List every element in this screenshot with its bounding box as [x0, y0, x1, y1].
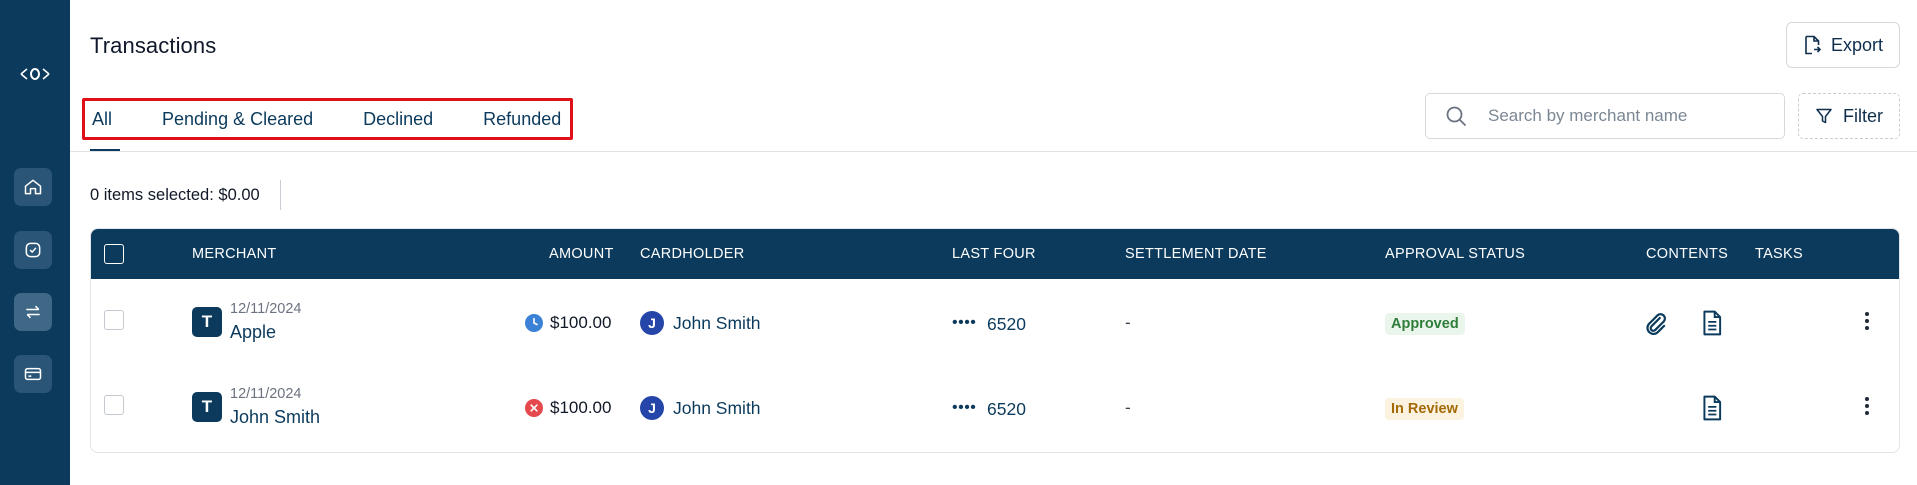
page-title: Transactions	[90, 33, 217, 58]
column-header-cardholder[interactable]: CARDHOLDER	[640, 246, 745, 262]
export-label: Export	[1830, 34, 1884, 55]
sidebar-item-cards[interactable]	[14, 355, 52, 393]
row-actions-kebab-icon[interactable]	[1859, 309, 1875, 333]
selection-divider	[280, 180, 281, 210]
transaction-date: 12/11/2024	[230, 301, 302, 317]
tab-refunded[interactable]: Refunded	[473, 109, 571, 130]
transfer-arrows-icon	[26, 305, 40, 319]
amount: $100.00	[550, 398, 612, 417]
table-header: MERCHANT AMOUNT CARDHOLDER LAST FOUR SET…	[91, 229, 1899, 279]
check-circle-icon	[25, 242, 41, 258]
last-four: 6520	[987, 314, 1026, 334]
last-four: 6520	[987, 399, 1026, 419]
column-header-merchant[interactable]: MERCHANT	[192, 246, 277, 262]
column-header-amount[interactable]: AMOUNT	[549, 246, 614, 262]
cardholder-name[interactable]: John Smith	[673, 398, 761, 419]
cardholder-avatar: J	[640, 396, 664, 420]
merchant-avatar: T	[192, 392, 222, 422]
status-badge: Approved	[1385, 313, 1465, 335]
tab-all[interactable]: All	[82, 109, 122, 130]
amount: $100.00	[550, 313, 612, 332]
declined-x-icon	[525, 399, 543, 417]
search-icon	[1446, 106, 1466, 126]
settlement-date: -	[1125, 398, 1131, 417]
sidebar	[0, 0, 70, 485]
row-checkbox[interactable]	[104, 395, 124, 415]
sidebar-item-tasks[interactable]	[14, 231, 52, 269]
cardholder-avatar: J	[640, 311, 664, 335]
funnel-icon	[1816, 108, 1832, 124]
home-icon	[24, 179, 42, 195]
search-input[interactable]	[1488, 106, 1768, 126]
main-content: Transactions Export All Pending & Cleare…	[70, 0, 1917, 485]
status-badge: In Review	[1385, 398, 1464, 420]
document-icon[interactable]	[1698, 309, 1726, 337]
merchant-name[interactable]: Apple	[230, 322, 276, 343]
cardholder-name[interactable]: John Smith	[673, 313, 761, 334]
row-actions-kebab-icon[interactable]	[1859, 394, 1875, 418]
credit-card-icon	[24, 367, 42, 381]
table-row[interactable]: T 12/11/2024 Apple $100.00 J John Smith …	[91, 279, 1899, 363]
transaction-date: 12/11/2024	[230, 386, 302, 402]
export-file-icon	[1805, 35, 1821, 55]
masked-digits: ••••	[952, 314, 977, 331]
select-all-checkbox[interactable]	[104, 244, 124, 264]
settlement-date: -	[1125, 313, 1131, 332]
column-header-tasks: TASKS	[1755, 246, 1803, 262]
export-button[interactable]: Export	[1786, 22, 1900, 68]
tabs-divider	[70, 151, 1917, 152]
transactions-table: MERCHANT AMOUNT CARDHOLDER LAST FOUR SET…	[90, 228, 1900, 453]
selection-summary: 0 items selected: $0.00	[90, 186, 260, 204]
sidebar-item-home[interactable]	[14, 168, 52, 206]
column-header-settlement-date[interactable]: SETTLEMENT DATE	[1125, 246, 1267, 262]
eye-logo-icon[interactable]	[18, 64, 52, 84]
merchant-name[interactable]: John Smith	[230, 407, 320, 428]
tab-pending-cleared[interactable]: Pending & Cleared	[152, 109, 323, 130]
tab-declined[interactable]: Declined	[353, 109, 443, 130]
sidebar-item-transactions[interactable]	[14, 293, 52, 331]
column-header-approval-status[interactable]: APPROVAL STATUS	[1385, 246, 1525, 262]
search-box	[1425, 93, 1785, 139]
row-checkbox[interactable]	[104, 310, 124, 330]
column-header-last-four[interactable]: LAST FOUR	[952, 246, 1036, 262]
merchant-avatar: T	[192, 307, 222, 337]
masked-digits: ••••	[952, 399, 977, 416]
table-row[interactable]: T 12/11/2024 John Smith $100.00 J John S…	[91, 364, 1899, 448]
column-header-contents: CONTENTS	[1646, 246, 1729, 262]
filter-button[interactable]: Filter	[1798, 93, 1900, 139]
filter-label: Filter	[1843, 105, 1883, 126]
clock-icon	[525, 314, 543, 332]
tab-bar: All Pending & Cleared Declined Refunded	[82, 98, 571, 140]
paperclip-icon[interactable]	[1642, 310, 1670, 338]
document-icon[interactable]	[1698, 394, 1726, 422]
